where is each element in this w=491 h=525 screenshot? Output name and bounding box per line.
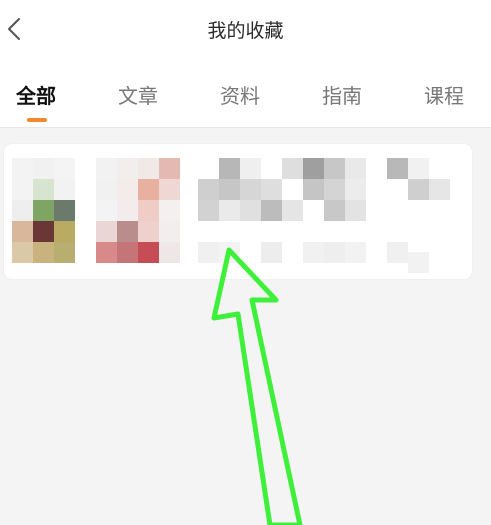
pixelated-text-icon xyxy=(198,158,458,273)
top-bar: 我的收藏 xyxy=(0,0,491,62)
tab-guides[interactable]: 指南 xyxy=(322,80,362,112)
tab-bar: 全部 文章 资料 指南 课程 xyxy=(0,62,491,128)
back-button[interactable] xyxy=(2,14,26,44)
tab-materials[interactable]: 资料 xyxy=(220,80,260,112)
active-tab-indicator xyxy=(27,118,47,122)
chevron-left-icon xyxy=(8,18,20,40)
page-title: 我的收藏 xyxy=(207,20,284,42)
favorite-item-card[interactable] xyxy=(4,144,472,279)
pixelated-thumbnail-icon xyxy=(12,158,182,268)
tab-all[interactable]: 全部 xyxy=(16,80,56,112)
tab-courses[interactable]: 课程 xyxy=(424,80,464,112)
tab-articles[interactable]: 文章 xyxy=(118,80,158,112)
